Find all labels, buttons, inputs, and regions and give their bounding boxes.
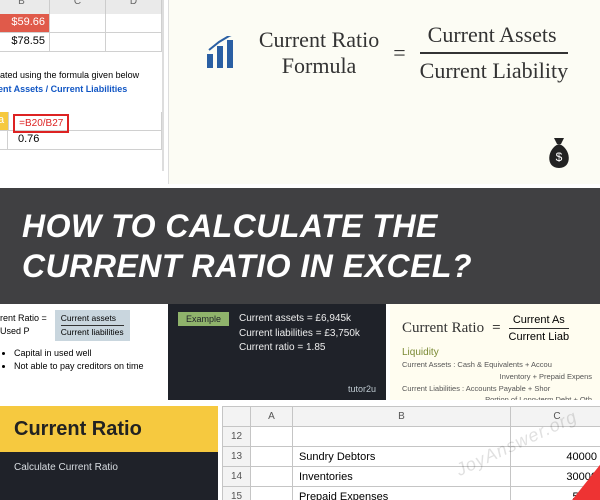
example-badge: Example: [178, 312, 229, 326]
small-text: Inventory + Prepaid Expens: [402, 372, 592, 382]
tile-bottom-left: Current Ratio Calculate Current Ratio: [0, 406, 218, 500]
formula-title: Current RatioFormula: [259, 27, 379, 79]
used-label: Used P: [0, 325, 47, 339]
headline-text: HOW TO CALCULATE THE CURRENT RATIO IN EX…: [22, 206, 578, 286]
money-bag-icon: $: [542, 132, 576, 170]
col-a: A: [251, 407, 293, 427]
card-caption: Calculate Current Ratio: [0, 452, 218, 483]
card-title: Current Ratio: [14, 418, 142, 441]
brand-label: tutor2u: [348, 384, 376, 394]
col-b: B: [0, 0, 50, 14]
bullet-list: Capital in used well Not able to pay cre…: [0, 347, 158, 374]
tile-mid-right: Current Ratio = Current As Current Liab …: [390, 304, 600, 400]
col-b: B: [292, 407, 510, 427]
row-label-a: a: [0, 112, 9, 130]
cell-value-1: $59.66: [0, 14, 50, 32]
equals-sign: =: [492, 320, 500, 337]
small-text: Current Liabilities : Accounts Payable +…: [402, 384, 592, 394]
table-row: 14 Inventories 30000: [223, 467, 600, 487]
tile-excel-top-left: B C D $59.66 $78.55 lated using the form…: [0, 0, 164, 171]
list-item: Not able to pay creditors on time: [14, 360, 158, 374]
arrow-icon: [564, 465, 600, 500]
table-row: 12: [223, 427, 600, 447]
table-row: 15 Prepaid Expenses 5000: [223, 487, 600, 500]
col-c: C: [511, 407, 600, 427]
corner-cell: [223, 407, 251, 427]
label-current-ratio: Current Ratio: [402, 320, 484, 337]
subheading-liquidity: Liquidity: [402, 347, 592, 358]
tile-formula-card: Current RatioFormula = Current Assets Cu…: [168, 0, 600, 184]
excel-table: A B C 12 13 Sundry Debtors 40000 14 Inve…: [222, 406, 600, 500]
result-value: 0.76: [8, 131, 162, 149]
caption-text: lated using the formula given below: [0, 68, 162, 82]
example-text: Current assets = £6,945k Current liabili…: [239, 312, 360, 356]
fraction-denominator: Current Liability: [420, 54, 568, 84]
equals-sign: =: [389, 40, 409, 66]
col-d: D: [106, 0, 162, 14]
list-item: Capital in used well: [14, 347, 158, 361]
small-text: Current Assets : Cash & Equivalents + Ac…: [402, 360, 592, 370]
ratio-label: rent Ratio =: [0, 312, 47, 326]
table-row: 13 Sundry Debtors 40000: [223, 447, 600, 467]
small-text: Portion of Long-term Debt + Oth: [402, 395, 592, 400]
col-c: C: [50, 0, 106, 14]
tile-mid-center: Example Current assets = £6,945k Current…: [168, 304, 386, 400]
tile-mid-left: rent Ratio = Used P Current assets Curre…: [0, 304, 164, 400]
headline-overlay: HOW TO CALCULATE THE CURRENT RATIO IN EX…: [0, 188, 600, 304]
fraction-right: Current As Current Liab: [509, 314, 570, 343]
formula-text: ent Assets / Current Liabilities: [0, 82, 162, 96]
svg-text:$: $: [556, 150, 563, 164]
mini-fraction: Current assets Current liabilities: [55, 310, 130, 341]
tile-bottom-right-excel: A B C 12 13 Sundry Debtors 40000 14 Inve…: [222, 406, 600, 500]
bar-chart-icon: [205, 36, 249, 70]
fraction: Current Assets Current Liability: [420, 22, 568, 84]
fraction-numerator: Current Assets: [420, 22, 568, 54]
cell-value-2: $78.55: [0, 33, 50, 51]
column-headers: B C D: [0, 0, 162, 14]
